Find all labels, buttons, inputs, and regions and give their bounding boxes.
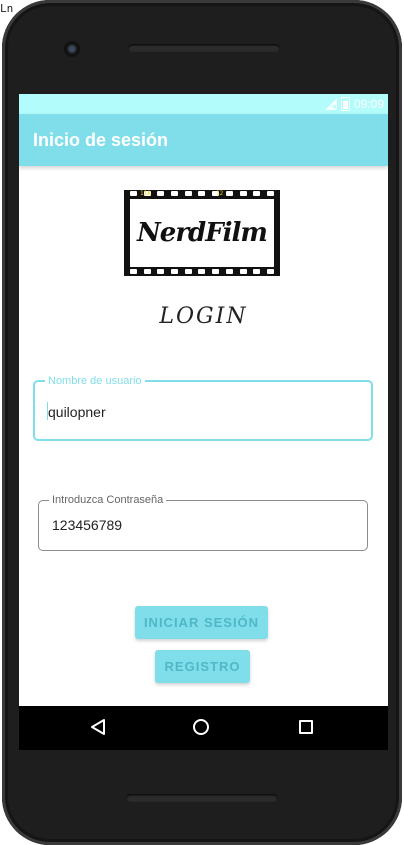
app-bar: Inicio de sesión	[19, 114, 388, 166]
nerdfilm-logo: 11A 12 NerdFilm	[124, 190, 280, 276]
page-title: Inicio de sesión	[33, 130, 169, 150]
login-button[interactable]: INICIAR SESIÓN	[135, 606, 268, 639]
recents-icon[interactable]	[299, 720, 313, 734]
logo-text: NerdFilm	[137, 218, 268, 248]
home-icon[interactable]	[193, 719, 209, 735]
username-field[interactable]: Nombre de usuario quilopner	[33, 374, 373, 441]
password-value[interactable]: 123456789	[52, 517, 122, 533]
navigation-bar	[19, 706, 388, 750]
earpiece-speaker	[128, 44, 280, 52]
no-signal-icon	[324, 98, 337, 110]
app-screen: 09:09 Inicio de sesión 11A 12 NerdFilm L…	[19, 94, 388, 706]
film-frame-number: 11A	[140, 190, 151, 197]
bottom-speaker	[126, 794, 278, 802]
corner-label: Ln	[0, 2, 14, 15]
password-field[interactable]: Introduzca Contraseña 123456789	[38, 493, 368, 551]
username-label: Nombre de usuario	[45, 374, 145, 388]
username-value[interactable]: quilopner	[48, 404, 106, 420]
film-holes-bottom	[130, 269, 274, 275]
status-bar: 09:09	[19, 94, 388, 114]
battery-icon	[340, 97, 350, 111]
status-icons: 09:09	[324, 97, 384, 111]
logo-frame: NerdFilm	[130, 199, 274, 267]
front-camera-icon	[64, 41, 80, 57]
film-frame-number: 12	[216, 190, 224, 197]
back-icon[interactable]	[90, 718, 106, 736]
login-heading: LOGIN	[159, 304, 248, 329]
register-button[interactable]: REGISTRO	[155, 650, 250, 683]
status-time: 09:09	[353, 97, 384, 111]
film-holes-top	[130, 191, 274, 197]
password-label: Introduzca Contraseña	[49, 493, 167, 507]
